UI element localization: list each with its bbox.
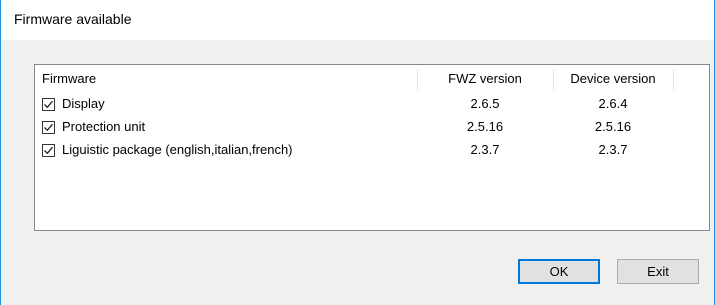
column-header-firmware[interactable]: Firmware: [42, 65, 417, 93]
fwz-version-value: 2.6.5: [470, 96, 500, 111]
ok-button[interactable]: OK: [518, 259, 600, 284]
dialog-client-area: Firmware FWZ version Device version Disp…: [1, 40, 714, 305]
firmware-name: Display: [62, 96, 105, 111]
firmware-name: Protection unit: [62, 119, 146, 134]
firmware-dialog: Firmware available Firmware FWZ version …: [0, 0, 715, 305]
list-header: Firmware FWZ version Device version: [35, 65, 709, 93]
firmware-list[interactable]: Firmware FWZ version Device version Disp…: [34, 64, 710, 231]
row-checkbox[interactable]: [42, 144, 55, 157]
device-version-value: 2.5.16: [594, 119, 632, 134]
list-row-display[interactable]: Display 2.6.5 2.6.4: [35, 94, 709, 117]
column-divider[interactable]: [673, 69, 674, 91]
window-title: Firmware available: [14, 11, 132, 27]
device-version-value: 2.3.7: [598, 142, 628, 157]
list-rows: Display 2.6.5 2.6.4 Protection unit 2.5.…: [35, 94, 709, 163]
checkmark-icon: [44, 146, 53, 155]
title-bar[interactable]: Firmware available: [1, 0, 714, 40]
list-row-linguistic-package[interactable]: Liguistic package (english,italian,frenc…: [35, 140, 709, 163]
row-checkbox[interactable]: [42, 121, 55, 134]
checkmark-icon: [44, 123, 53, 132]
device-version-value: 2.6.4: [598, 96, 628, 111]
column-header-device-version[interactable]: Device version: [553, 65, 673, 93]
checkmark-icon: [44, 100, 53, 109]
column-header-fwz-version[interactable]: FWZ version: [417, 65, 553, 93]
row-checkbox[interactable]: [42, 98, 55, 111]
fwz-version-value: 2.5.16: [466, 119, 504, 134]
list-row-protection-unit[interactable]: Protection unit 2.5.16 2.5.16: [35, 117, 709, 140]
exit-button[interactable]: Exit: [617, 259, 699, 284]
fwz-version-value: 2.3.7: [470, 142, 500, 157]
firmware-name: Liguistic package (english,italian,frenc…: [62, 142, 293, 157]
